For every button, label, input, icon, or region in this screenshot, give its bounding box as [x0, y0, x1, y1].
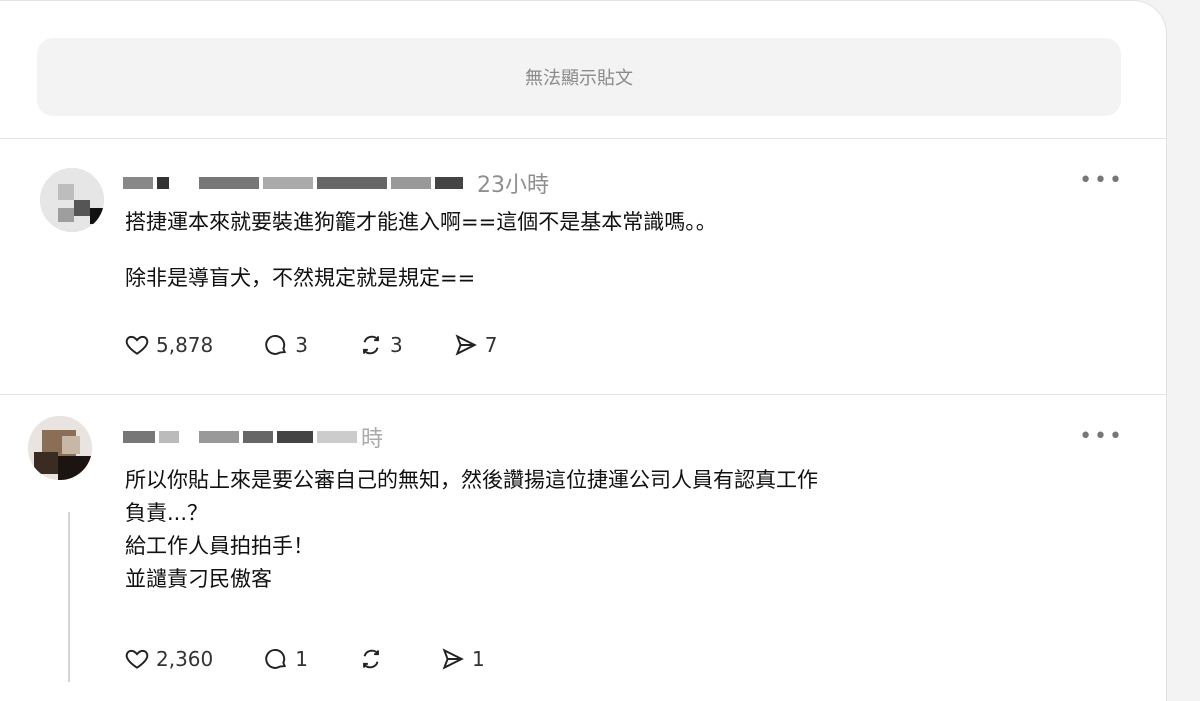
feed-card: 無法顯示貼文 23小時 ••• 搭捷運本來就要裝進狗籠才能進入啊==這個不是基本…	[0, 0, 1167, 701]
more-icon[interactable]: •••	[1079, 424, 1124, 449]
post-line: 所以你貼上來是要公審自己的無知，然後讚揚這位捷運公司人員有認真工作	[125, 468, 818, 492]
repost-icon	[363, 649, 379, 669]
username-row: 時	[123, 422, 383, 452]
username-row: 23小時	[123, 168, 549, 198]
repost-button[interactable]	[358, 646, 390, 672]
post-line: 並譴責刁民傲客	[125, 567, 272, 591]
unavailable-text: 無法顯示貼文	[525, 68, 633, 89]
repost-count: 3	[390, 333, 403, 357]
like-count: 5,878	[156, 333, 214, 357]
reply-count: 3	[295, 333, 308, 357]
thread-line	[68, 512, 70, 682]
reply-button[interactable]: 3	[263, 332, 308, 358]
more-icon[interactable]: •••	[1079, 168, 1124, 193]
post-line: 除非是導盲犬，不然規定就是規定==	[125, 266, 476, 290]
share-count: 7	[484, 333, 498, 357]
comment-icon	[265, 334, 287, 355]
like-button[interactable]: 5,878	[124, 332, 213, 358]
post-line: 搭捷運本來就要裝進狗籠才能進入啊==這個不是基本常識嗎。。	[125, 210, 717, 234]
post-line: 給工作人員拍拍手！	[125, 534, 314, 558]
post-time: 23小時	[477, 173, 549, 198]
avatar[interactable]	[28, 416, 92, 480]
post-line: 負責...？	[125, 501, 209, 525]
send-icon	[455, 334, 477, 356]
avatar[interactable]	[40, 168, 104, 232]
heart-icon	[125, 649, 149, 669]
send-icon	[442, 648, 464, 670]
repost-button[interactable]: 3	[358, 332, 403, 358]
unavailable-post-notice: 無法顯示貼文	[37, 38, 1121, 116]
divider	[0, 138, 1166, 139]
post-actions: 2,360 1 1	[124, 646, 535, 672]
like-button[interactable]: 2,360	[124, 646, 213, 672]
like-count: 2,360	[156, 647, 214, 671]
share-button[interactable]: 1	[440, 646, 485, 672]
post-text: 搭捷運本來就要裝進狗籠才能進入啊==這個不是基本常識嗎。。 除非是導盲犬，不然規…	[125, 206, 717, 295]
repost-icon	[363, 335, 379, 355]
heart-icon	[125, 335, 149, 355]
post-actions: 5,878 3 3 7	[124, 332, 547, 358]
share-count: 1	[472, 647, 485, 671]
reply-count: 1	[295, 647, 308, 671]
comment-icon	[265, 648, 287, 669]
post-time: 時	[361, 427, 384, 452]
reply-button[interactable]: 1	[263, 646, 308, 672]
post-text: 所以你貼上來是要公審自己的無知，然後讚揚這位捷運公司人員有認真工作 負責...？…	[125, 464, 818, 596]
divider	[0, 394, 1166, 395]
share-button[interactable]: 7	[453, 332, 498, 358]
